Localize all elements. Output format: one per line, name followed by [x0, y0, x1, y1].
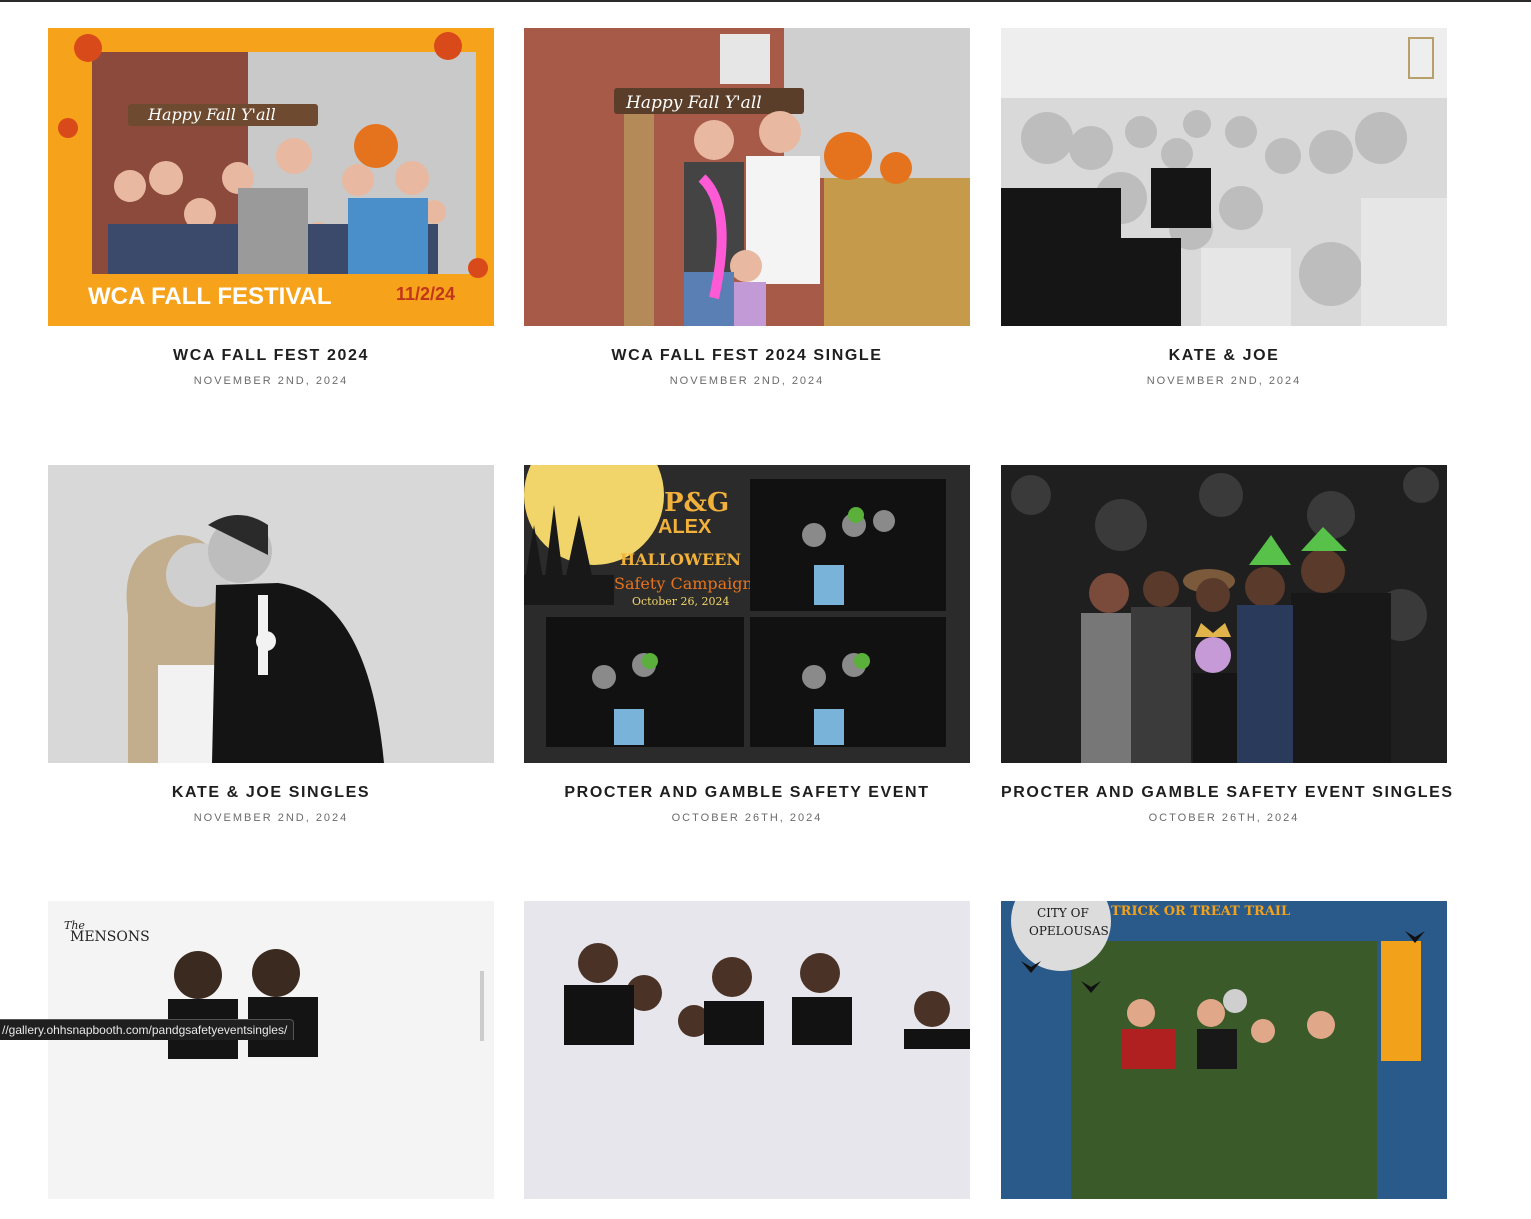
svg-text:MENSONS: MENSONS	[70, 929, 150, 945]
family-hay-bales-photo: Happy Fall Y'all	[524, 28, 970, 326]
top-border	[0, 0, 1531, 2]
gallery-date: OCTOBER 26TH, 2024	[1148, 812, 1300, 824]
svg-text:OPELOUSAS: OPELOUSAS	[1029, 924, 1109, 938]
wedding-group-bw-photo	[1001, 28, 1447, 326]
gallery-card[interactable]: Happy Fall Y'all WCA FALL FESTIVAL 11/2/…	[48, 28, 494, 388]
mensons-group-photo: The MENSONS	[48, 901, 494, 1199]
gallery-date: NOVEMBER 2ND, 2024	[1146, 375, 1302, 387]
gallery-date: NOVEMBER 2ND, 2024	[193, 375, 349, 387]
halloween-strip-photo: P&G ALEX HALLOWEEN Safety Campaign Octob…	[524, 465, 970, 763]
gallery-date: NOVEMBER 2ND, 2024	[669, 375, 825, 387]
svg-text:TRICK OR TREAT TRAIL: TRICK OR TREAT TRAIL	[1111, 904, 1290, 919]
gallery-title[interactable]: KATE & JOE SINGLES	[48, 783, 494, 803]
svg-text:Happy Fall Y'all: Happy Fall Y'all	[147, 105, 276, 124]
svg-text:Happy Fall Y'all: Happy Fall Y'all	[625, 93, 762, 113]
gallery-title[interactable]: KATE & JOE	[1001, 346, 1447, 366]
gallery-date: OCTOBER 26TH, 2024	[671, 812, 823, 824]
gallery-card[interactable]: KATE & JOE SINGLES NOVEMBER 2ND, 2024	[48, 465, 494, 825]
gallery-title[interactable]: WCA FALL FEST 2024	[48, 346, 494, 366]
wedding-couple-kiss-bw-photo	[48, 465, 494, 763]
gallery-title[interactable]: PROCTER AND GAMBLE SAFETY EVENT	[524, 783, 970, 803]
gallery-card[interactable]	[524, 901, 970, 1219]
gallery-date: NOVEMBER 2ND, 2024	[193, 812, 349, 824]
svg-text:October 26, 2024: October 26, 2024	[632, 595, 730, 608]
gallery-card[interactable]: KATE & JOE NOVEMBER 2ND, 2024	[1001, 28, 1447, 388]
gallery-thumbnail[interactable]	[48, 465, 494, 763]
gallery-thumbnail[interactable]: The MENSONS	[48, 901, 494, 1199]
gallery-title[interactable]: PROCTER AND GAMBLE SAFETY EVENT SINGLES	[1001, 783, 1452, 803]
gallery-card[interactable]: P&G ALEX HALLOWEEN Safety Campaign Octob…	[524, 465, 970, 825]
group-white-backdrop-photo	[524, 901, 970, 1199]
svg-text:Safety Campaign: Safety Campaign	[614, 574, 753, 593]
gallery-thumbnail[interactable]	[524, 901, 970, 1199]
status-bar-url: //gallery.ohhsnapbooth.com/pandgsafetyev…	[0, 1019, 295, 1040]
svg-text:HALLOWEEN: HALLOWEEN	[620, 550, 741, 569]
gallery-card[interactable]: The MENSONS	[48, 901, 494, 1219]
svg-text:WCA FALL FESTIVAL: WCA FALL FESTIVAL	[88, 283, 332, 310]
fall-festival-frame-photo: Happy Fall Y'all WCA FALL FESTIVAL 11/2/…	[48, 28, 494, 326]
gallery-thumbnail[interactable]: Happy Fall Y'all WCA FALL FESTIVAL 11/2/…	[48, 28, 494, 326]
gallery-thumbnail[interactable]: CITY OF OPELOUSAS TRICK OR TREAT TRAIL	[1001, 901, 1447, 1199]
gallery-thumbnail[interactable]: P&G ALEX HALLOWEEN Safety Campaign Octob…	[524, 465, 970, 763]
trick-or-treat-trail-photo: CITY OF OPELOUSAS TRICK OR TREAT TRAIL	[1001, 901, 1447, 1199]
gallery-thumbnail[interactable]	[1001, 28, 1447, 326]
gallery-card[interactable]: PROCTER AND GAMBLE SAFETY EVENT SINGLES …	[1001, 465, 1452, 825]
gallery-thumbnail[interactable]	[1001, 465, 1447, 763]
svg-text:11/2/24: 11/2/24	[396, 284, 455, 304]
gallery-title[interactable]: WCA FALL FEST 2024 SINGLE	[524, 346, 970, 366]
svg-text:CITY OF: CITY OF	[1037, 906, 1089, 920]
svg-text:ALEX: ALEX	[658, 516, 712, 538]
gallery-card[interactable]: Happy Fall Y'all WCA FALL FEST 2024 SING…	[524, 28, 970, 388]
svg-text:P&G: P&G	[664, 488, 729, 518]
gallery-card[interactable]: CITY OF OPELOUSAS TRICK OR TREAT TRAIL	[1001, 901, 1447, 1219]
costume-group-sequin-photo	[1001, 465, 1447, 763]
gallery-thumbnail[interactable]: Happy Fall Y'all	[524, 28, 970, 326]
